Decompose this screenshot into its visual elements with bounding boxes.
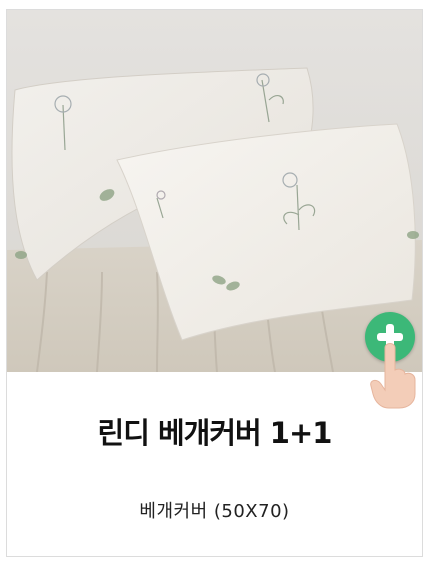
product-card[interactable]: 린디 베개커버 1+1 베개커버 (50X70)	[6, 9, 423, 557]
product-photo	[7, 10, 422, 372]
tap-hand-icon	[370, 343, 416, 409]
product-option: 베개커버 (50X70)	[139, 501, 290, 522]
product-title: 린디 베개커버 1+1	[97, 416, 333, 450]
